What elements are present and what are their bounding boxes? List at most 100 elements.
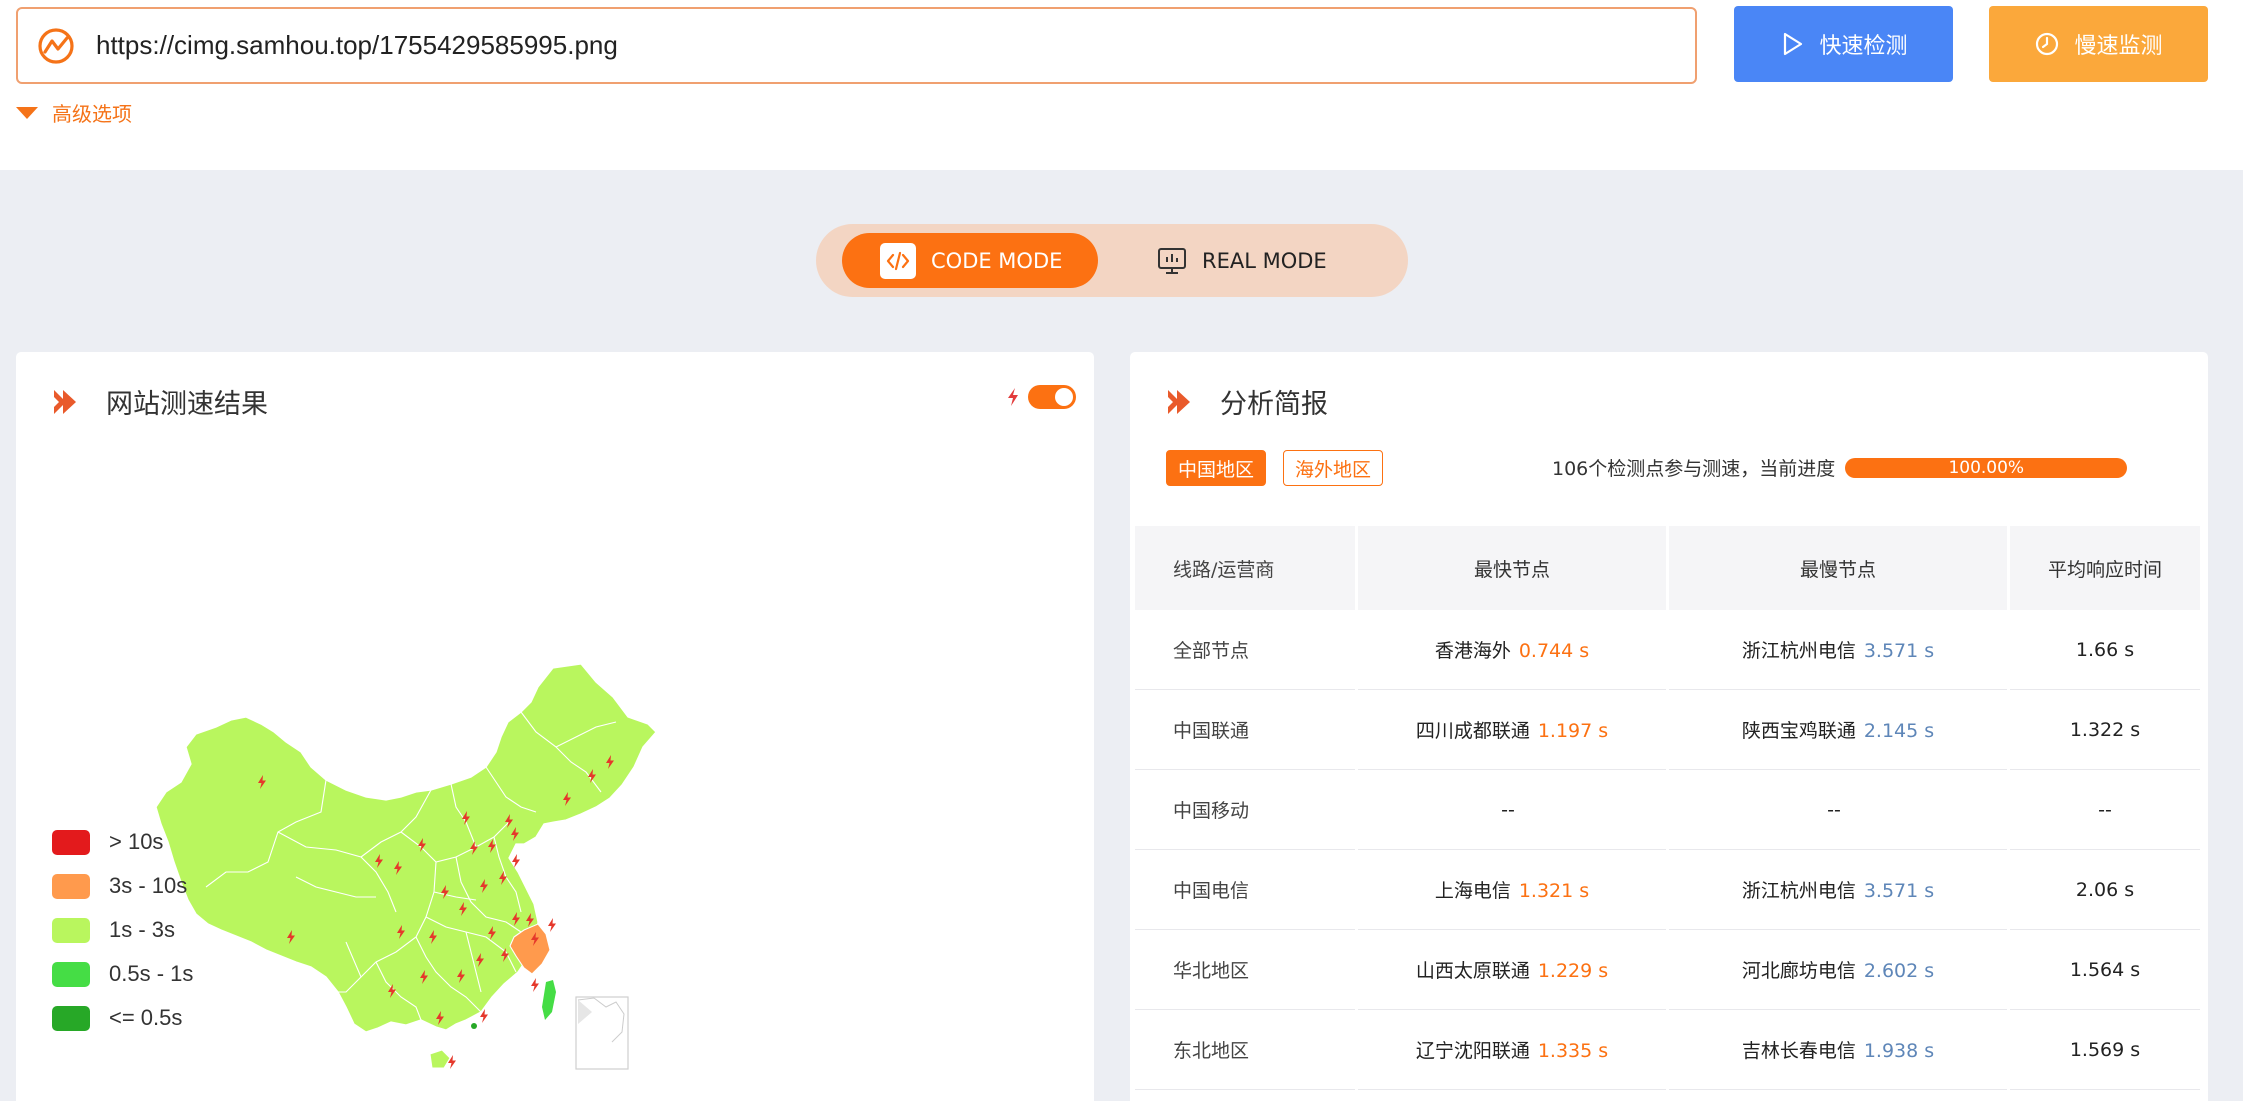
url-input[interactable] — [96, 30, 1646, 61]
fast-node: 上海电信 — [1434, 880, 1511, 902]
cell-slowest: 河北廊坊电信 2.602 s — [1669, 930, 2007, 1010]
col-header-slowest: 最慢节点 — [1669, 526, 2007, 610]
progress-area: 106个检测点参与测速，当前进度 100.00% — [1552, 454, 2128, 481]
table-row: 中国移动 -- -- -- — [1135, 770, 2200, 850]
legend-label: 1s - 3s — [109, 917, 176, 942]
legend-swatch — [52, 873, 90, 899]
table-row: 全部节点 香港海外 0.744 s 浙江杭州电信 3.571 s 1.66 s — [1135, 610, 2200, 690]
legend-label: > 10s — [109, 829, 164, 854]
cell-line: 中国联通 — [1135, 690, 1355, 770]
legend-label: 3s - 10s — [109, 873, 188, 898]
url-input-box[interactable] — [16, 7, 1697, 84]
cell-avg: 2.06 s — [2010, 850, 2200, 930]
slow-node: 浙江杭州电信 — [1741, 880, 1856, 902]
progress-bar: 100.00% — [1845, 457, 2128, 478]
legend-label: 0.5s - 1s — [109, 961, 194, 986]
china-mainland-shape — [155, 663, 657, 1033]
cell-slowest: 浙江杭州电信 3.571 s — [1669, 850, 2007, 930]
slow-node: -- — [1827, 798, 1841, 821]
col-header-avg: 平均响应时间 — [2010, 526, 2200, 610]
code-mode-label: CODE MODE — [931, 248, 1063, 273]
slow-node: 河北廊坊电信 — [1741, 960, 1856, 982]
cell-fastest: -- — [1358, 770, 1666, 850]
cell-slowest: 陕西宝鸡联通 2.145 s — [1669, 690, 2007, 770]
legend-swatch — [52, 917, 90, 943]
legend-item: 0.5s - 1s — [52, 952, 193, 996]
cell-fastest: 上海电信 1.321 s — [1358, 850, 1666, 930]
fast-node: -- — [1501, 798, 1515, 821]
cell-slowest: 浙江杭州电信 3.571 s — [1669, 610, 2007, 690]
slow-time: 1.938 s — [1863, 1040, 1935, 1062]
cell-avg: 1.569 s — [2010, 1010, 2200, 1090]
col-header-line: 线路/运营商 — [1135, 526, 1355, 610]
legend-item: 1s - 3s — [52, 908, 193, 952]
play-icon — [1784, 32, 1803, 56]
cell-avg: 1.564 s — [2010, 930, 2200, 1010]
cell-slowest: 吉林长春电信 1.938 s — [1669, 1010, 2007, 1090]
cell-line: 东北地区 — [1135, 1010, 1355, 1090]
cell-avg: 1.66 s — [2010, 610, 2200, 690]
advanced-options-toggle[interactable]: 高级选项 — [16, 98, 132, 127]
double-chevron-icon — [1168, 389, 1190, 414]
cell-line: 中国电信 — [1135, 850, 1355, 930]
monitor-icon — [1158, 247, 1186, 274]
fast-node: 香港海外 — [1434, 640, 1511, 662]
code-icon — [880, 242, 916, 279]
south-sea-inset — [575, 996, 629, 1070]
fast-check-label: 快速检测 — [1819, 34, 1908, 59]
hainan-region — [429, 1049, 451, 1069]
analysis-table: 线路/运营商 最快节点 最慢节点 平均响应时间 全部节点 香港海外 0.744 s… — [1132, 526, 2203, 1090]
cell-slowest: -- — [1669, 770, 2007, 850]
analysis-title: 分析简报 — [1166, 382, 1328, 421]
slow-monitor-button[interactable]: 慢速监测 — [1989, 6, 2208, 82]
fast-time: 1.197 s — [1537, 720, 1609, 742]
slow-time: 3.571 s — [1863, 880, 1935, 902]
real-mode-label: REAL MODE — [1202, 248, 1327, 273]
legend-label: <= 0.5s — [109, 1005, 183, 1030]
progress-text: 106个检测点参与测速，当前进度 — [1552, 458, 1836, 480]
legend-swatch — [52, 829, 90, 855]
legend-item: <= 0.5s — [52, 996, 193, 1040]
legend-swatch — [52, 1005, 90, 1031]
legend-swatch — [52, 961, 90, 987]
fast-time: 1.229 s — [1537, 960, 1609, 982]
speed-result-panel: 网站测速结果 > 10s 3s - 10s 1s - 3s 0.5s - 1s … — [16, 352, 1094, 1101]
legend-item: > 10s — [52, 820, 193, 864]
cell-fastest: 四川成都联通 1.197 s — [1358, 690, 1666, 770]
speed-legend: > 10s 3s - 10s 1s - 3s 0.5s - 1s <= 0.5s — [52, 820, 193, 1040]
table-row: 中国电信 上海电信 1.321 s 浙江杭州电信 3.571 s 2.06 s — [1135, 850, 2200, 930]
cell-fastest: 辽宁沈阳联通 1.335 s — [1358, 1010, 1666, 1090]
real-mode-button[interactable]: REAL MODE — [1156, 233, 1376, 288]
col-header-fastest: 最快节点 — [1358, 526, 1666, 610]
fast-node: 辽宁沈阳联通 — [1415, 1040, 1530, 1062]
region-tabs: 中国地区 海外地区 — [1166, 450, 1400, 486]
analysis-title-text: 分析简报 — [1220, 389, 1328, 420]
cell-avg: 1.322 s — [2010, 690, 2200, 770]
fast-node: 山西太原联通 — [1415, 960, 1530, 982]
mode-switch: CODE MODE REAL MODE — [816, 224, 1408, 297]
advanced-options-label: 高级选项 — [52, 102, 132, 126]
legend-item: 3s - 10s — [52, 864, 193, 908]
fast-check-button[interactable]: 快速检测 — [1734, 6, 1953, 82]
slow-time: 2.602 s — [1863, 960, 1935, 982]
slow-node: 浙江杭州电信 — [1741, 640, 1856, 662]
slow-node: 陕西宝鸡联通 — [1741, 720, 1856, 742]
tab-china[interactable]: 中国地区 — [1166, 450, 1267, 486]
speedtest-logo-icon — [38, 27, 74, 64]
cell-fastest: 山西太原联通 1.229 s — [1358, 930, 1666, 1010]
taiwan-region — [542, 980, 556, 1020]
caret-down-icon — [16, 106, 38, 119]
analysis-panel: 分析简报 中国地区 海外地区 106个检测点参与测速，当前进度 100.00% … — [1130, 352, 2208, 1101]
cell-line: 全部节点 — [1135, 610, 1355, 690]
slow-node: 吉林长春电信 — [1741, 1040, 1856, 1062]
hongkong-dot — [471, 1023, 477, 1029]
top-bar: 快速检测 慢速监测 高级选项 — [0, 0, 2243, 170]
slow-monitor-label: 慢速监测 — [2074, 34, 2163, 59]
code-mode-button[interactable]: CODE MODE — [842, 233, 1098, 288]
tab-overseas[interactable]: 海外地区 — [1283, 450, 1384, 486]
slow-time: 3.571 s — [1863, 640, 1935, 662]
fast-node: 四川成都联通 — [1415, 720, 1530, 742]
cell-fastest: 香港海外 0.744 s — [1358, 610, 1666, 690]
fast-time: 1.321 s — [1518, 880, 1590, 902]
fast-time: 1.335 s — [1537, 1040, 1609, 1062]
